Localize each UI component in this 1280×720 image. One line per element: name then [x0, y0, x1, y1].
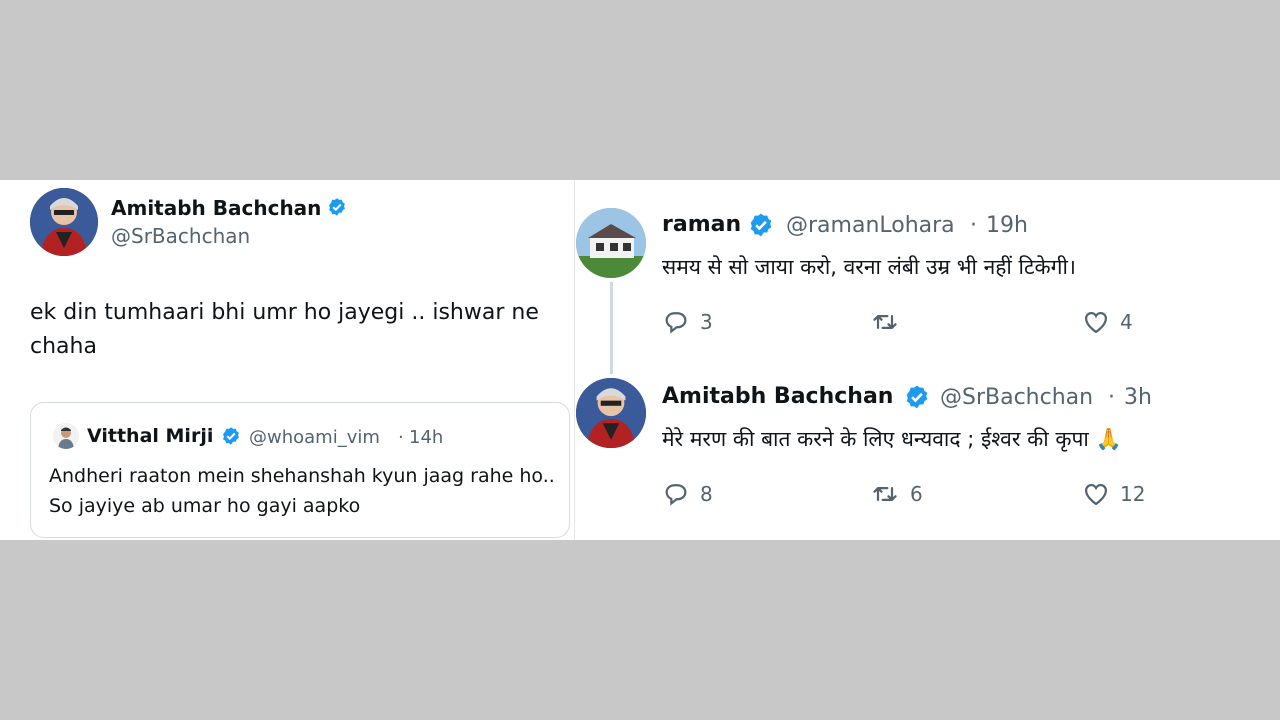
avatar[interactable] — [576, 378, 646, 448]
reply-button[interactable]: 3 — [662, 308, 713, 336]
dot: · — [1108, 385, 1115, 410]
retweet-button[interactable]: 6 — [870, 480, 923, 508]
verified-badge-icon — [221, 426, 241, 450]
retweet-icon — [870, 480, 900, 508]
retweet-button[interactable] — [870, 308, 910, 336]
avatar-house-icon — [576, 208, 646, 278]
reply-icon — [662, 308, 690, 336]
quote-dot: · — [398, 427, 404, 448]
retweet-icon — [870, 308, 900, 336]
author-handle[interactable]: @SrBachchan — [940, 385, 1093, 410]
quote-text: Andheri raaton mein shehanshah kyun jaag… — [49, 465, 555, 517]
dot: · — [970, 213, 977, 238]
main-tweet[interactable]: Amitabh Bachchan @SrBachchan ek din tumh… — [0, 180, 572, 540]
tweet-text: ek din tumhaari bhi umr ho jayegi .. ish… — [30, 300, 539, 359]
like-icon — [1082, 480, 1110, 508]
reply-icon — [662, 480, 690, 508]
author-handle[interactable]: @SrBachchan — [111, 224, 250, 248]
verified-badge-icon — [904, 384, 930, 414]
tweet-text: समय से सो जाया करो, वरना लंबी उम्र भी नह… — [662, 255, 1076, 279]
quote-avatar — [53, 423, 79, 449]
timestamp[interactable]: 19h — [986, 213, 1028, 238]
quoted-tweet[interactable]: Vitthal Mirji @whoami_vim · 14h Andheri … — [30, 402, 570, 538]
reply-count: 8 — [700, 482, 713, 506]
retweet-count: 6 — [910, 482, 923, 506]
like-icon — [1082, 308, 1110, 336]
verified-badge-icon — [327, 197, 347, 221]
tweet-text: मेरे मरण की बात करने के लिए धन्यवाद ; ईश… — [662, 427, 1122, 451]
quote-time[interactable]: 14h — [409, 427, 443, 448]
author-name[interactable]: raman — [662, 212, 741, 237]
reply-button[interactable]: 8 — [662, 480, 713, 508]
like-count: 4 — [1120, 310, 1133, 334]
author-name[interactable]: Amitabh Bachchan — [662, 384, 893, 409]
avatar[interactable] — [576, 208, 646, 278]
avatar-amitabh-icon — [30, 188, 98, 256]
like-button[interactable]: 4 — [1082, 308, 1133, 336]
like-count: 12 — [1120, 482, 1146, 506]
like-button[interactable]: 12 — [1082, 480, 1145, 508]
avatar-person-icon — [53, 423, 79, 449]
quote-author-handle[interactable]: @whoami_vim — [249, 427, 380, 448]
quote-author-name[interactable]: Vitthal Mirji — [87, 425, 213, 447]
verified-badge-icon — [748, 212, 774, 242]
thread-connector — [610, 282, 613, 374]
avatar-amitabh-icon — [576, 378, 646, 448]
author-name[interactable]: Amitabh Bachchan — [111, 196, 321, 220]
avatar[interactable] — [30, 188, 98, 256]
timestamp[interactable]: 3h — [1124, 385, 1152, 410]
author-handle[interactable]: @ramanLohara — [786, 213, 955, 238]
reply-count: 3 — [700, 310, 713, 334]
